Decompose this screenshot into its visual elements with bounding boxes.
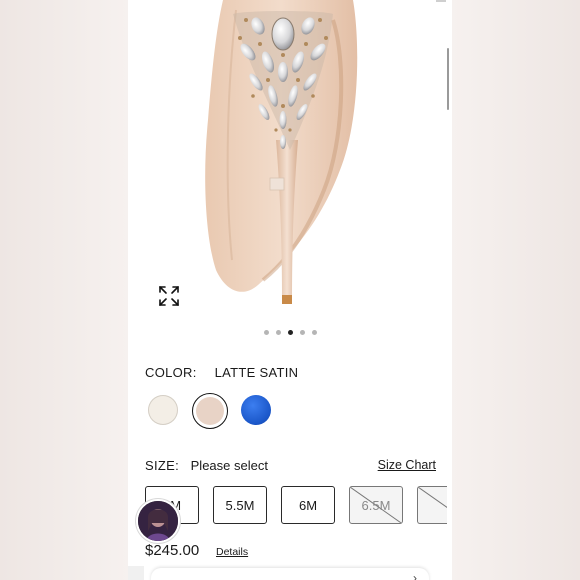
size-option-label: 6M [298,497,318,513]
size-option-label: 6.5M [361,497,391,513]
price: $245.00 [145,542,200,559]
color-swatch-latte[interactable] [196,397,224,425]
expand-icon[interactable] [158,285,180,307]
product-image[interactable] [128,0,452,320]
color-swatch-blue[interactable] [241,395,271,425]
carousel-dot[interactable] [299,330,305,335]
size-chart-link[interactable]: Size Chart [378,458,436,472]
color-label: COLOR: [145,365,197,380]
product-page: COLOR: LATTE SATIN SIZE: Please select S… [128,0,452,580]
size-option[interactable]: 5.5M [213,486,267,524]
size-selector-header: SIZE: Please select [145,458,268,473]
color-swatch-ivory[interactable] [148,395,178,425]
carousel-dot-active[interactable] [287,330,293,335]
chevron-right-icon[interactable]: › [413,571,417,580]
size-option-label: 5.5M [225,497,255,513]
background-right [452,0,580,580]
bottom-left-tab [128,566,144,580]
carousel-dot[interactable] [275,330,281,335]
background-left [0,0,128,580]
carousel-dot[interactable] [311,330,317,335]
size-option-unavailable[interactable] [417,486,447,524]
size-label: SIZE: [145,458,180,473]
size-option[interactable]: 6M [281,486,335,524]
user-avatar[interactable] [136,499,180,543]
color-selector-header: COLOR: LATTE SATIN [145,365,298,380]
details-link[interactable]: Details [216,546,248,558]
unavailable-strike [418,487,447,509]
carousel-dot[interactable] [263,330,269,335]
selected-color-name: LATTE SATIN [214,365,299,380]
bottom-sheet-handle[interactable]: › [151,568,429,580]
size-option-unavailable[interactable]: 6.5M [349,486,403,524]
carousel-dots [128,330,452,335]
avatar-image [138,501,178,541]
size-hint: Please select [190,458,268,473]
